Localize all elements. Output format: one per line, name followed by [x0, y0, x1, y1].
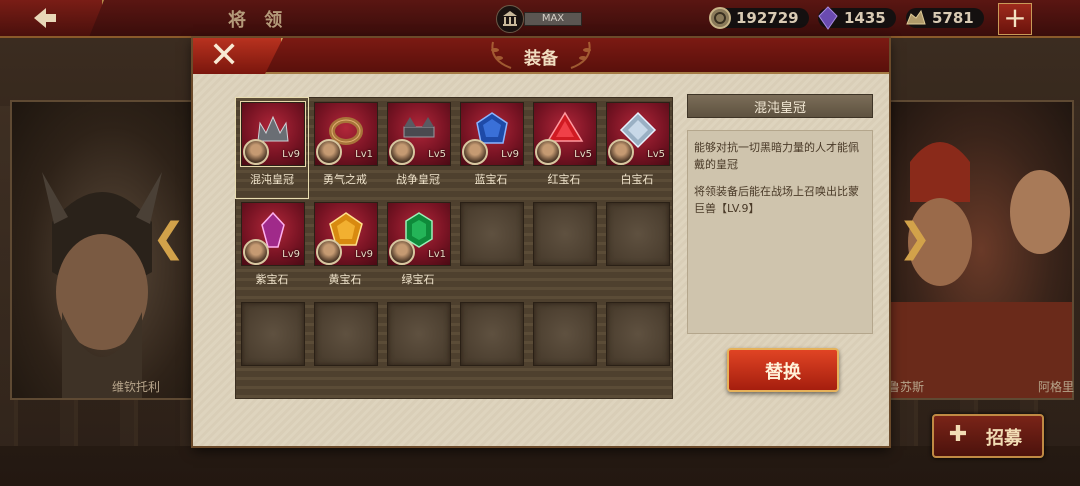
- equipment-slot-topaz[interactable]: Lv9 黄宝石: [309, 198, 381, 298]
- empty-equipment-slot[interactable]: [382, 298, 454, 398]
- item-name: 黄宝石: [328, 273, 362, 286]
- right-hero-name: 鲁苏斯: [888, 380, 925, 394]
- replace-label: 替换: [765, 362, 801, 383]
- empty-equipment-slot[interactable]: [309, 298, 381, 398]
- item-name: 红宝石: [547, 173, 581, 186]
- empty-equipment-slot[interactable]: [236, 298, 308, 398]
- hero-avatar: [316, 139, 342, 165]
- empty-equipment-slot[interactable]: [528, 298, 600, 398]
- laurel-placeholder-icon: [606, 202, 670, 266]
- hero-avatar: [243, 239, 269, 265]
- back-button[interactable]: [0, 0, 104, 36]
- right-hero-name-2: 阿格里: [1038, 380, 1075, 394]
- recruit-label: 招募: [986, 428, 1022, 449]
- hero-avatar: [389, 139, 415, 165]
- item-level: Lv1: [355, 149, 373, 160]
- recruit-button[interactable]: ✚ 招募: [932, 414, 1044, 458]
- item-name: 勇气之戒: [323, 173, 367, 186]
- temple-icon: [496, 5, 524, 33]
- detail-description-box: 能够对抗一切黑暗力量的人才能佩戴的皇冠 将领装备后能在战场上召唤出比蒙巨兽【LV…: [687, 130, 873, 334]
- detail-header: 混沌皇冠: [687, 94, 873, 118]
- ore-icon: [906, 9, 926, 25]
- laurel-placeholder-icon: [387, 302, 451, 366]
- detail-desc-line-1: 能够对抗一切黑暗力量的人才能佩戴的皇冠: [694, 141, 859, 171]
- laurel-placeholder-icon: [460, 302, 524, 366]
- max-label: MAX: [524, 12, 582, 26]
- empty-equipment-slot[interactable]: [455, 198, 527, 298]
- item-name: 白宝石: [620, 173, 654, 186]
- empty-equipment-slot[interactable]: [455, 298, 527, 398]
- modal-header: ✕ 装备: [193, 38, 889, 74]
- empty-equipment-slot[interactable]: [528, 198, 600, 298]
- item-name: 蓝宝石: [474, 173, 508, 186]
- item-level: Lv5: [574, 149, 592, 160]
- item-name: 混沌皇冠: [250, 173, 294, 186]
- detail-desc-line-2: 将领装备后能在战场上召唤出比蒙巨兽【LV.9】: [694, 185, 859, 215]
- replace-button[interactable]: 替换: [727, 348, 839, 392]
- laurel-placeholder-icon: [241, 302, 305, 366]
- purple-gem-icon: [818, 6, 838, 30]
- equipment-slot-white-gem[interactable]: Lv5 白宝石: [601, 98, 673, 198]
- laurel-right-icon: [570, 41, 591, 69]
- modal-title: 装备: [524, 49, 558, 69]
- recruit-helmet-icon: ✚: [948, 422, 968, 447]
- item-level: Lv9: [355, 249, 373, 260]
- hero-avatar: [316, 239, 342, 265]
- equipment-slot-ruby[interactable]: Lv5 红宝石: [528, 98, 600, 198]
- equipment-grid: Lv9 混沌皇冠 Lv1 勇气之戒 Lv5 战争皇冠 Lv9 蓝宝石 Lv5 红…: [235, 97, 673, 399]
- equipment-slot-war-crown[interactable]: Lv5 战争皇冠: [382, 98, 454, 198]
- hero-avatar: [608, 139, 634, 165]
- equipment-slot-courage-ring[interactable]: Lv1 勇气之戒: [309, 98, 381, 198]
- equipment-modal: ✕ 装备 Lv9 混沌皇冠 Lv1 勇气之戒 Lv5 战争皇冠 Lv9 蓝宝石 …: [193, 38, 889, 446]
- equipment-slot-emerald[interactable]: Lv1 绿宝石: [382, 198, 454, 298]
- laurel-placeholder-icon: [460, 202, 524, 266]
- item-level: Lv1: [428, 249, 446, 260]
- detail-description: 能够对抗一切黑暗力量的人才能佩戴的皇冠 将领装备后能在战场上召唤出比蒙巨兽【LV…: [694, 139, 866, 217]
- gem-counter: 1435: [818, 6, 896, 30]
- hero-avatar: [243, 139, 269, 165]
- equipment-slot-sapphire[interactable]: Lv9 蓝宝石: [455, 98, 527, 198]
- back-arrow-icon: [34, 8, 56, 28]
- laurel-placeholder-icon: [533, 302, 597, 366]
- item-name: 紫宝石: [255, 273, 289, 286]
- left-hero-name: 维钦托利: [112, 380, 161, 394]
- next-hero-arrow[interactable]: ❯: [898, 218, 932, 258]
- detail-item-name: 混沌皇冠: [753, 101, 806, 116]
- hero-avatar: [535, 139, 561, 165]
- hero-avatar: [462, 139, 488, 165]
- laurel-placeholder-icon: [314, 302, 378, 366]
- item-level: Lv5: [647, 149, 665, 160]
- top-bar: 将 领 MAX 192729 1435 5781 +: [0, 0, 1080, 38]
- item-level: Lv9: [501, 149, 519, 160]
- prev-hero-arrow[interactable]: ❮: [152, 218, 186, 258]
- item-name: 绿宝石: [401, 273, 435, 286]
- empty-equipment-slot[interactable]: [601, 198, 673, 298]
- item-level: Lv9: [282, 249, 300, 260]
- equipment-slot-chaos-crown[interactable]: Lv9 混沌皇冠: [235, 97, 309, 199]
- add-resource-button[interactable]: +: [998, 3, 1032, 35]
- page-title: 将 领: [228, 10, 289, 31]
- ore-counter: 5781: [906, 6, 984, 30]
- item-level: Lv9: [282, 149, 300, 160]
- laurel-placeholder-icon: [606, 302, 670, 366]
- coin-icon: [709, 7, 731, 29]
- item-name: 战争皇冠: [396, 173, 440, 186]
- coin-counter: 192729: [709, 6, 809, 30]
- hero-avatar: [389, 239, 415, 265]
- equipment-slot-amethyst[interactable]: Lv9 紫宝石: [236, 198, 308, 298]
- item-level: Lv5: [428, 149, 446, 160]
- empty-equipment-slot[interactable]: [601, 298, 673, 398]
- laurel-placeholder-icon: [533, 202, 597, 266]
